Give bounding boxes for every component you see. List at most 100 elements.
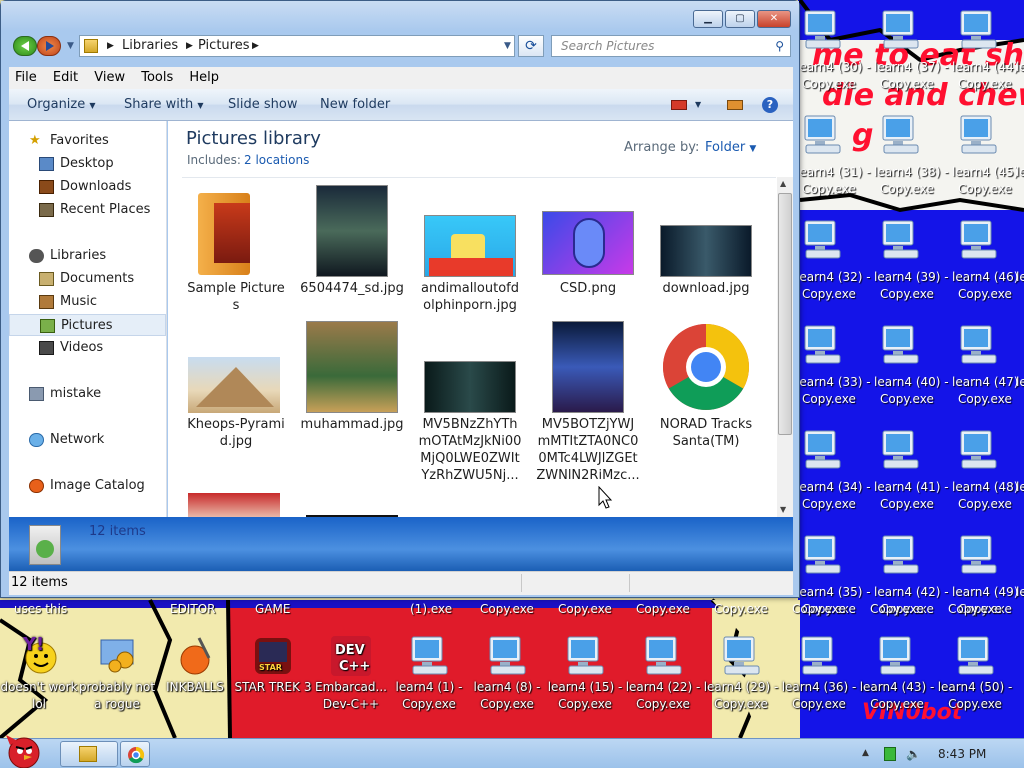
scroll-up-icon[interactable]: ▲ [780,179,786,188]
desktop-icon-inkballs[interactable]: INKBALLS [156,634,234,696]
desktop-icon-learn4[interactable] [956,8,1000,55]
search-icon[interactable]: ⚲ [775,36,784,56]
desktop-icon-devcpp[interactable]: DEV C++ Embarcad... Dev-C++ [312,634,390,713]
start-button[interactable] [2,731,46,768]
nav-downloads[interactable]: Downloads [9,176,166,198]
desktop-icon-yahoo[interactable]: Y! doesn't work lol [0,634,78,713]
desktop-icon-learn4[interactable]: learn4 (15) - Copy.exe [546,634,624,713]
image-thumbnail[interactable] [316,185,388,277]
desktop-icon-probably[interactable]: probably not a rogue [78,634,156,713]
image-thumbnail[interactable] [306,321,398,413]
desktop-icon-learn4[interactable]: learn4 (50) - Copy.exe [936,634,1014,713]
new-folder-button[interactable]: New folder [320,89,390,121]
desktop-icon-learn4[interactable] [956,113,1000,160]
file-label[interactable]: Sample Pictures [184,280,288,314]
menu-file[interactable]: File [15,70,37,85]
back-button[interactable] [13,36,37,56]
desktop-icon-learn4[interactable] [956,323,1000,370]
desktop-icon-learn4[interactable] [878,218,922,265]
desktop-icon-learn4[interactable] [956,533,1000,580]
share-with-button[interactable]: Share with ▼ [124,89,204,122]
minimize-button[interactable]: ▁ [693,10,723,28]
address-dropdown-icon[interactable]: ▼ [504,36,511,56]
file-label[interactable]: muhammad.jpg [300,416,404,433]
image-thumbnail[interactable] [424,361,516,413]
nav-pictures[interactable]: Pictures [9,314,166,336]
preview-pane-icon[interactable] [727,100,743,110]
desktop-icon-learn4[interactable]: learn4 (29) - Copy.exe [702,634,780,713]
sample-pictures-folder-icon[interactable] [194,189,254,279]
scrollbar-thumb[interactable] [778,193,792,435]
taskbar-explorer-button[interactable] [60,741,118,767]
image-thumbnail[interactable] [542,211,634,275]
change-view-icon[interactable] [671,100,687,110]
nav-libraries[interactable]: Libraries [9,245,166,267]
maximize-button[interactable]: ▢ [725,10,755,28]
breadcrumb-libraries[interactable]: Libraries [122,36,178,56]
desktop-icon-learn4[interactable] [956,428,1000,475]
desktop-icon-learn4[interactable]: learn4 (1) - Copy.exe [390,634,468,713]
image-thumbnail[interactable] [660,225,752,277]
nav-recent-places[interactable]: Recent Places [9,199,166,221]
desktop-icon-learn4[interactable] [800,113,844,160]
volume-icon[interactable]: 🔈 [906,747,921,761]
taskbar-chrome-button[interactable] [120,741,150,767]
menu-view[interactable]: View [94,70,125,85]
menu-help[interactable]: Help [189,70,219,85]
desktop-icon-learn4[interactable] [800,8,844,55]
nav-favorites[interactable]: ★ Favorites [9,130,166,152]
scroll-down-icon[interactable]: ▼ [780,505,786,514]
chrome-icon[interactable] [662,323,750,411]
breadcrumb-pictures[interactable]: Pictures [198,36,249,56]
nav-documents[interactable]: Documents [9,268,166,290]
view-options-chevron-icon[interactable]: ▼ [695,89,701,121]
file-label[interactable]: NORAD Tracks Santa(TM) [654,416,758,450]
file-label[interactable]: Kheops-Pyramid.jpg [184,416,288,450]
nav-videos[interactable]: Videos [9,337,166,359]
nav-mistake[interactable]: mistake [9,383,166,405]
file-label[interactable]: andimalloutofdolphinporn.jpg [418,280,522,314]
close-button[interactable]: ✕ [757,10,791,28]
file-label[interactable]: MV5BNzZhYThmOTAtMzJkNi00MjQ0LWE0ZWItYzRh… [418,416,522,484]
menu-tools[interactable]: Tools [141,70,173,85]
clock[interactable]: 8:43 PM [938,747,998,761]
organize-button[interactable]: Organize ▼ [27,89,96,122]
nav-network[interactable]: Network [9,429,166,451]
desktop-icon-learn4[interactable] [800,323,844,370]
file-label[interactable]: 6504474_sd.jpg [300,280,404,297]
nav-image-catalog[interactable]: Image Catalog [9,475,166,497]
desktop-icon-learn4[interactable]: learn4 (22) - Copy.exe [624,634,702,713]
desktop-icon-learn4[interactable] [878,533,922,580]
includes-locations-link[interactable]: 2 locations [244,153,309,167]
file-label[interactable]: MV5BOTZjYWJmMTItZTA0NC00MTc4LWJlZGEtZWNl… [536,416,640,484]
file-label[interactable]: download.jpg [654,280,758,297]
window-titlebar[interactable] [1,1,799,31]
desktop-icon-learn4[interactable]: learn4 (8) - Copy.exe [468,634,546,713]
desktop-icon-learn4[interactable] [878,113,922,160]
slide-show-button[interactable]: Slide show [228,89,297,121]
desktop-icon-learn4[interactable] [800,428,844,475]
image-thumbnail[interactable] [188,357,280,413]
refresh-button[interactable]: ⟳ [518,35,544,57]
menu-edit[interactable]: Edit [53,70,78,85]
desktop-icon-learn4[interactable] [956,218,1000,265]
battery-icon[interactable] [884,747,896,761]
image-thumbnail[interactable] [552,321,624,413]
nav-music[interactable]: Music [9,291,166,313]
search-input[interactable]: Search Pictures ⚲ [551,35,791,57]
help-icon[interactable]: ? [762,97,778,113]
address-bar[interactable]: ▶ Libraries ▶ Pictures ▶ ▼ [79,35,515,57]
recent-pages-icon[interactable]: ▼ [67,41,74,51]
show-hidden-icons-button[interactable]: ▲ [862,748,869,758]
file-label[interactable]: CSD.png [536,280,640,297]
desktop-icon-learn4[interactable]: learn4 (43) - Copy.exe [858,634,936,713]
image-thumbnail[interactable] [424,215,516,277]
desktop-icon-learn4[interactable] [878,8,922,55]
desktop-icon-learn4[interactable] [800,218,844,265]
desktop-icon-learn4[interactable] [878,428,922,475]
desktop-icon-learn4[interactable] [878,323,922,370]
image-thumbnail[interactable] [188,493,280,517]
desktop-icon-learn4[interactable]: learn4 (36) - Copy.exe [780,634,858,713]
nav-desktop[interactable]: Desktop [9,153,166,175]
desktop-icon-star-trek[interactable]: STAR STAR TREK 3 [234,634,312,696]
